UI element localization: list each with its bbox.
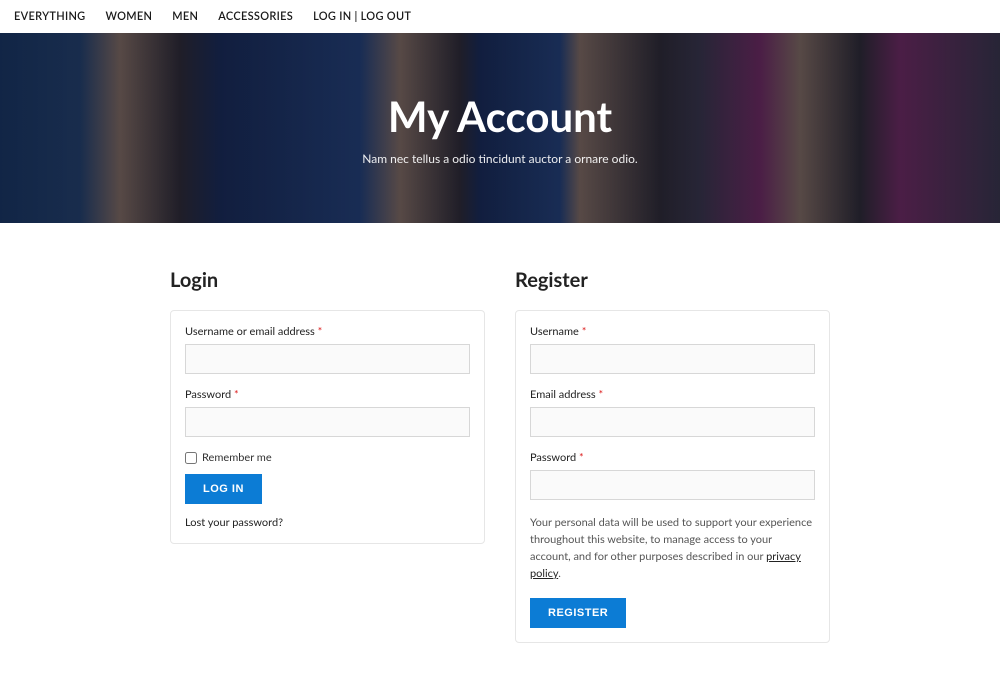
login-password-input[interactable] — [185, 407, 470, 437]
login-card: Username or email address * Password * R… — [170, 310, 485, 544]
register-heading: Register — [515, 268, 830, 292]
register-email-label: Email address * — [530, 388, 815, 401]
nav-men[interactable]: MEN — [172, 10, 198, 23]
register-email-field: Email address * — [530, 388, 815, 437]
privacy-after: . — [558, 567, 561, 580]
register-username-field: Username * — [530, 325, 815, 374]
login-username-field: Username or email address * — [185, 325, 470, 374]
register-email-input[interactable] — [530, 407, 815, 437]
login-username-label: Username or email address * — [185, 325, 470, 338]
register-password-label-text: Password — [530, 451, 579, 464]
register-card: Username * Email address * Password * Yo… — [515, 310, 830, 643]
login-column: Login Username or email address * Passwo… — [170, 268, 485, 643]
lost-password-link[interactable]: Lost your password? — [185, 516, 470, 529]
required-mark: * — [598, 388, 603, 401]
nav-women[interactable]: WOMEN — [106, 10, 153, 23]
login-username-input[interactable] — [185, 344, 470, 374]
login-password-field: Password * — [185, 388, 470, 437]
required-mark: * — [582, 325, 587, 338]
privacy-notice: Your personal data will be used to suppo… — [530, 514, 815, 582]
nav-login-logout[interactable]: LOG IN | LOG OUT — [313, 10, 411, 23]
remember-me-checkbox[interactable] — [185, 452, 197, 464]
remember-me-label: Remember me — [202, 451, 272, 464]
register-column: Register Username * Email address * Pass… — [515, 268, 830, 643]
account-forms: Login Username or email address * Passwo… — [160, 268, 840, 643]
remember-me[interactable]: Remember me — [185, 451, 470, 464]
register-password-label: Password * — [530, 451, 815, 464]
top-nav: EVERYTHING WOMEN MEN ACCESSORIES LOG IN … — [0, 0, 1000, 33]
register-username-input[interactable] — [530, 344, 815, 374]
login-heading: Login — [170, 268, 485, 292]
register-email-label-text: Email address — [530, 388, 598, 401]
login-password-label-text: Password — [185, 388, 234, 401]
nav-everything[interactable]: EVERYTHING — [14, 10, 86, 23]
register-password-input[interactable] — [530, 470, 815, 500]
nav-accessories[interactable]: ACCESSORIES — [218, 10, 293, 23]
required-mark: * — [579, 451, 584, 464]
page-title: My Account — [388, 91, 612, 141]
required-mark: * — [318, 325, 323, 338]
register-password-field: Password * — [530, 451, 815, 500]
login-username-label-text: Username or email address — [185, 325, 318, 338]
register-username-label-text: Username — [530, 325, 582, 338]
register-button[interactable]: REGISTER — [530, 598, 626, 628]
required-mark: * — [234, 388, 239, 401]
login-button[interactable]: LOG IN — [185, 474, 262, 504]
hero-banner: My Account Nam nec tellus a odio tincidu… — [0, 33, 1000, 223]
register-username-label: Username * — [530, 325, 815, 338]
page-subtitle: Nam nec tellus a odio tincidunt auctor a… — [362, 151, 637, 166]
login-password-label: Password * — [185, 388, 470, 401]
